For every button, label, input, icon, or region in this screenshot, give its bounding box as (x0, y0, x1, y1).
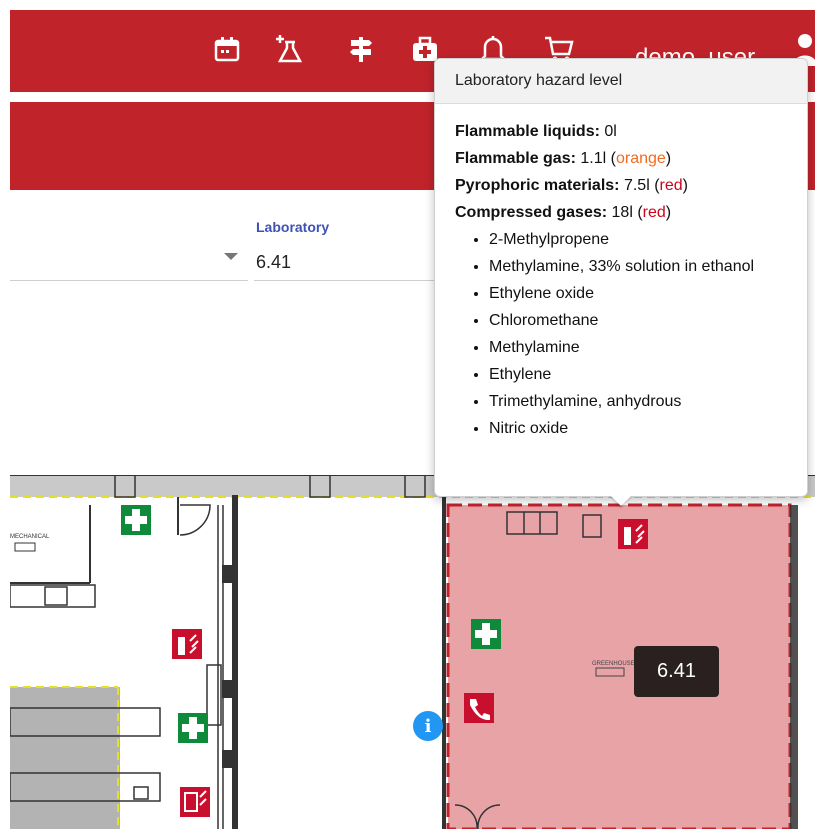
gas-list-item: 2-Methylpropene (489, 226, 787, 253)
flammable-gas-row: Flammable gas: 1.1l (orange) (455, 150, 672, 167)
fire-extinguisher-sign-icon (618, 519, 648, 549)
info-icon[interactable]: i (413, 711, 443, 741)
fire-phone-sign-icon (464, 693, 494, 723)
pyrophoric-row: Pyrophoric materials: 7.5l (red) (455, 177, 688, 194)
select-field-underline (10, 280, 248, 281)
hazard-level-popover: Laboratory hazard level Flammable liquid… (434, 58, 808, 497)
laboratory-field-underline (254, 280, 454, 281)
first-aid-sign-icon (121, 505, 151, 535)
laboratory-label: Laboratory (256, 219, 330, 235)
gas-list-item: Methylamine, 33% solution in ethanol (489, 253, 787, 280)
gas-list-item: Nitric oxide (489, 415, 787, 442)
fire-extinguisher-sign-icon (172, 629, 202, 659)
hazard-level-orange: orange (615, 150, 666, 167)
compressed-gases-list: 2-Methylpropene Methylamine, 33% solutio… (455, 226, 787, 442)
hazard-level-red: red (642, 204, 666, 221)
room-label-badge[interactable]: 6.41 (634, 646, 719, 697)
dropdown-caret-icon[interactable] (224, 253, 238, 260)
hazard-level-red: red (659, 177, 683, 194)
first-aid-sign-icon (471, 619, 501, 649)
gas-list-item: Ethylene (489, 361, 787, 388)
gas-list-item: Trimethylamine, anhydrous (489, 388, 787, 415)
gas-list-item: Chloromethane (489, 307, 787, 334)
laboratory-input[interactable]: 6.41 (256, 252, 291, 273)
signpost-icon[interactable] (344, 32, 378, 66)
popover-arrow (609, 494, 633, 506)
gas-list-item: Ethylene oxide (489, 280, 787, 307)
flask-add-icon[interactable] (273, 32, 307, 66)
mechanical-room-label: MECHANICAL (10, 534, 50, 540)
popover-body: Flammable liquids: 0l Flammable gas: 1.1… (435, 104, 807, 442)
flammable-liquids-row: Flammable liquids: 0l (455, 123, 617, 140)
compressed-gases-row: Compressed gases: 18l (red) (455, 204, 672, 221)
fire-hose-sign-icon (180, 787, 210, 817)
first-aid-sign-icon (178, 713, 208, 743)
calendar-icon[interactable] (210, 32, 244, 66)
greenhouse-room-label: GREENHOUSE (592, 661, 635, 667)
gas-list-item: Methylamine (489, 334, 787, 361)
popover-title: Laboratory hazard level (435, 59, 807, 104)
